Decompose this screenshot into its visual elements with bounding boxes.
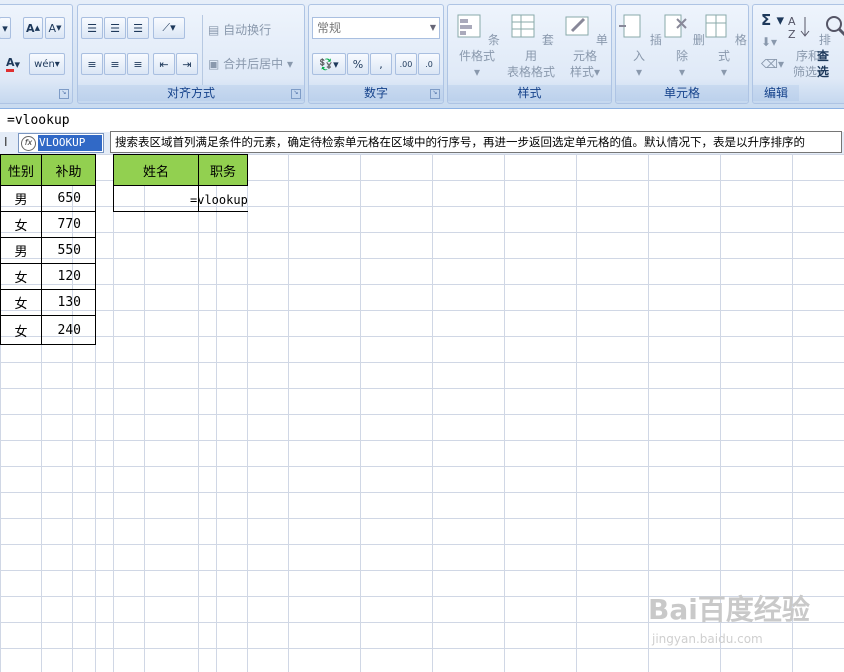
orientation-icon[interactable]: ⟋▾ bbox=[153, 17, 185, 39]
align-middle-icon[interactable]: ☰ bbox=[104, 17, 126, 39]
merge-center-button[interactable]: ▣ 合并后居中 ▾ bbox=[208, 55, 293, 72]
format-icon bbox=[705, 14, 727, 38]
header-cell-name[interactable]: 姓名 bbox=[113, 154, 199, 186]
cells-group-label: 单元格 bbox=[616, 85, 748, 101]
alignment-group-label: 对齐方式 bbox=[78, 85, 304, 101]
header-cell-gender[interactable]: 性别 bbox=[0, 154, 42, 186]
delete-icon bbox=[664, 14, 687, 38]
conditional-format-button[interactable]: 条件格式 ▾ bbox=[452, 11, 502, 80]
wrap-text-icon: ▤ bbox=[208, 23, 224, 37]
function-icon: fx bbox=[21, 136, 36, 151]
number-format-value: 常规 bbox=[317, 21, 342, 35]
styles-group-label: 样式 bbox=[448, 85, 611, 101]
font-color-button[interactable]: A ▾ bbox=[0, 53, 27, 75]
editing-group-label: 编辑 bbox=[753, 85, 799, 101]
align-right-icon[interactable]: ≡ bbox=[127, 53, 149, 75]
clear-icon[interactable]: ⌫▾ bbox=[761, 57, 784, 71]
phonetic-button[interactable]: wén▾ bbox=[29, 53, 65, 75]
alignment-launcher-icon[interactable]: ↘ bbox=[291, 89, 301, 99]
align-top-icon[interactable]: ☰ bbox=[81, 17, 103, 39]
formula-bar[interactable]: =vlookup bbox=[0, 110, 844, 133]
percent-button[interactable]: % bbox=[347, 53, 369, 75]
ribbon: ▾ A ▲ A ▼ A ▾ wén▾ ↘ ☰ ☰ ☰ ⟋▾ ▤ 自动换行 ≡ ≡ ≡ … bbox=[0, 0, 844, 109]
table-cell[interactable]: 130 bbox=[41, 289, 96, 316]
cells-group: 插入 ▾ 删除 ▾ 格式 ▾ 单元格 bbox=[615, 4, 749, 104]
table-cell[interactable]: 女 bbox=[0, 211, 42, 238]
function-autocomplete-list[interactable]: fx VLOOKUP bbox=[18, 133, 104, 153]
currency-icon: 💱▾ bbox=[319, 57, 339, 71]
cell-style-button[interactable]: 单元格 样式▾ bbox=[560, 11, 610, 80]
font-group: ▾ A ▲ A ▼ A ▾ wén▾ ↘ bbox=[0, 4, 73, 104]
table-format-icon bbox=[511, 14, 535, 38]
increase-decimal-icon[interactable]: .00 bbox=[395, 53, 417, 75]
lookup-name-cell[interactable] bbox=[113, 185, 199, 212]
merge-icon: ▣ bbox=[208, 57, 224, 71]
fill-icon[interactable]: ⬇▾ bbox=[761, 35, 777, 49]
number-format-dropdown[interactable]: 常规 ▼ bbox=[312, 17, 440, 39]
table-cell[interactable]: 女 bbox=[0, 315, 42, 345]
insert-icon bbox=[619, 14, 641, 38]
find-select-label-2: 选 bbox=[817, 65, 830, 79]
grow-font-button[interactable]: A ▲ bbox=[23, 17, 43, 39]
table-cell[interactable]: 女 bbox=[0, 289, 42, 316]
sort-filter-icon: AZ bbox=[788, 15, 810, 41]
number-group: 常规 ▼ 💱▾ % , .00 .0 数字 ↘ bbox=[308, 4, 444, 104]
header-cell-subsidy[interactable]: 补助 bbox=[41, 154, 96, 186]
find-icon bbox=[826, 16, 844, 37]
find-select-label-1: 查 bbox=[817, 49, 830, 63]
function-tooltip: 搜索表区域首列满足条件的元素，确定待检索单元格在区域中的行序号，再进一步返回选定… bbox=[110, 131, 842, 153]
decrease-decimal-icon[interactable]: .0 bbox=[418, 53, 440, 75]
align-center-icon[interactable]: ≡ bbox=[104, 53, 126, 75]
sort-filter-label-2: 筛选 bbox=[792, 65, 817, 79]
styles-group: 条件格式▾ 套用 表格格式▾ 单元格 样式▾ 样式 bbox=[447, 4, 612, 104]
chevron-down-icon: ▼ bbox=[429, 23, 436, 32]
baidu-watermark: Bai百度经验 bbox=[648, 593, 810, 626]
decrease-indent-icon[interactable]: ⇤ bbox=[153, 53, 175, 75]
formula-bar-content: =vlookup bbox=[7, 113, 70, 128]
cell-style-icon bbox=[565, 16, 589, 36]
comma-button[interactable]: , bbox=[370, 53, 392, 75]
table-cell[interactable]: 240 bbox=[41, 315, 96, 345]
row-marker: I bbox=[4, 135, 8, 149]
font-launcher-icon[interactable]: ↘ bbox=[59, 89, 69, 99]
autocomplete-item-vlookup[interactable]: VLOOKUP bbox=[38, 135, 102, 151]
alignment-group: ☰ ☰ ☰ ⟋▾ ▤ 自动换行 ≡ ≡ ≡ ⇤ ⇥ ▣ 合并后居中 ▾ 对齐方式… bbox=[77, 4, 305, 104]
svg-text:Z: Z bbox=[788, 28, 796, 41]
table-format-button[interactable]: 套用 表格格式▾ bbox=[506, 11, 556, 96]
merge-center-label: 合并后居中 bbox=[223, 57, 284, 71]
wrap-text-label: 自动换行 bbox=[223, 23, 272, 37]
table-cell[interactable]: 550 bbox=[41, 237, 96, 264]
align-bottom-icon[interactable]: ☰ bbox=[127, 17, 149, 39]
wrap-text-button[interactable]: ▤ 自动换行 bbox=[208, 21, 271, 38]
table-cell[interactable]: 男 bbox=[0, 185, 42, 212]
number-group-label: 数字 bbox=[309, 85, 443, 101]
table-format-label-2: 表格格式 bbox=[506, 65, 555, 79]
editing-cell-text: =vlookup bbox=[190, 193, 248, 207]
baidu-watermark-url: jingyan.baidu.com bbox=[652, 632, 763, 646]
number-launcher-icon[interactable]: ↘ bbox=[430, 89, 440, 99]
increase-indent-icon[interactable]: ⇥ bbox=[176, 53, 198, 75]
editing-group: Σ ▾ ⬇▾ ⌫▾ AZ 排序和 筛选▾ 查 选 编辑 bbox=[752, 4, 844, 104]
find-select-button[interactable]: 查 选 bbox=[817, 11, 844, 80]
currency-button[interactable]: 💱▾ bbox=[312, 53, 346, 75]
format-button[interactable]: 格式 ▾ bbox=[699, 11, 749, 80]
shrink-font-button[interactable]: A ▼ bbox=[45, 17, 65, 39]
conditional-format-icon bbox=[457, 14, 481, 38]
svg-text:A: A bbox=[788, 15, 796, 28]
font-size-dropdown[interactable]: ▾ bbox=[0, 17, 11, 39]
header-cell-position[interactable]: 职务 bbox=[198, 154, 248, 186]
table-cell[interactable]: 650 bbox=[41, 185, 96, 212]
cell-style-label-2: 样式 bbox=[569, 65, 594, 79]
table-cell[interactable]: 女 bbox=[0, 263, 42, 290]
table-cell[interactable]: 770 bbox=[41, 211, 96, 238]
align-left-icon[interactable]: ≡ bbox=[81, 53, 103, 75]
table-cell[interactable]: 男 bbox=[0, 237, 42, 264]
table-cell[interactable]: 120 bbox=[41, 263, 96, 290]
autosum-icon[interactable]: Σ ▾ bbox=[761, 11, 784, 29]
font-color-icon: A bbox=[5, 56, 15, 72]
